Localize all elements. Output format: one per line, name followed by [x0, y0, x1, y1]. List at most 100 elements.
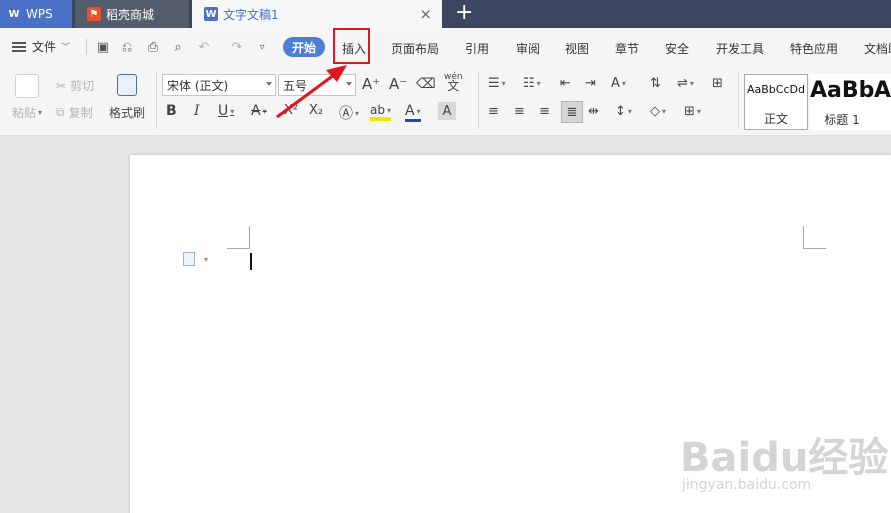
change-case-icon[interactable]: A ▾ [611, 76, 626, 91]
shading-icon[interactable]: ◇ ▾ [650, 104, 666, 119]
grow-font-icon[interactable]: A⁺ [362, 75, 380, 93]
underline-icon[interactable]: U ▾ [218, 103, 234, 119]
phonetic-guide-button[interactable]: wén 文 [444, 73, 463, 93]
style-heading-2[interactable]: A [874, 74, 891, 130]
tab-developer[interactable]: 开发工具 [716, 40, 764, 57]
cut-button[interactable]: ✂ 剪切 [56, 77, 94, 94]
format-painter-button[interactable]: 格式刷 [109, 104, 145, 121]
justify-icon[interactable]: ≣ [561, 101, 583, 123]
strikethrough-icon[interactable]: A ▾ [251, 103, 267, 119]
copy-button[interactable]: ⧉ 复制 [56, 104, 93, 121]
export-pdf-icon[interactable]: ⎌ [119, 39, 135, 55]
tab-review[interactable]: 审阅 [516, 40, 540, 57]
chevron-down-icon[interactable]: ▾ [204, 255, 208, 264]
distributed-align-icon[interactable]: ⇹ [588, 104, 599, 119]
italic-icon[interactable]: I [194, 103, 200, 119]
watermark-url: jingyan.baidu.com [682, 477, 812, 493]
highlight-color-icon[interactable]: ab ▾ [370, 103, 391, 121]
cut-label: 剪切 [70, 79, 95, 93]
annotation-highlight-box [333, 28, 370, 64]
customize-toolbar-icon[interactable]: ▿ [254, 39, 270, 55]
style-heading-1-preview: AaBb [810, 78, 875, 103]
divider [86, 39, 87, 55]
divider [478, 71, 479, 129]
style-heading-1[interactable]: AaBb 标题 1 [810, 74, 874, 130]
file-menu-button[interactable]: 文件 ﹀ [12, 38, 70, 55]
paragraph-layout-icon[interactable] [183, 252, 195, 266]
font-color-icon[interactable]: A ▾ [405, 103, 421, 122]
subscript-icon[interactable]: X₂ [309, 103, 323, 118]
paste-icon[interactable] [15, 74, 39, 98]
align-left-icon[interactable]: ≡ [488, 104, 499, 119]
ribbon-toolbar: 粘贴 ▾ ✂ 剪切 ⧉ 复制 格式刷 宋体 (正文) 五号 A⁺ A⁻ ⌫ wén 文 … [0, 66, 891, 136]
font-name-select[interactable]: 宋体 (正文) [162, 74, 276, 96]
copy-icon: ⧉ [56, 105, 65, 119]
paste-button[interactable]: 粘贴 ▾ [12, 104, 42, 121]
sort-icon[interactable]: ⇅ [650, 76, 661, 91]
menu-bar: 文件 ﹀ ▣ ⎌ ⎙ ⌕ ↶ ↷ ▿ 开始 插入 页面布局 引用 审阅 视图 章… [0, 28, 891, 66]
divider [156, 71, 157, 129]
margin-mark-top-right [803, 226, 826, 249]
margin-mark-top-left [227, 226, 250, 249]
file-menu-label: 文件 [32, 40, 57, 54]
font-size-select[interactable]: 五号 [278, 74, 356, 96]
style-normal[interactable]: AaBbCcDd 正文 [744, 74, 808, 130]
hamburger-icon [12, 41, 26, 52]
style-normal-label: 正文 [763, 112, 788, 126]
font-size-value: 五号 [283, 78, 308, 93]
style-heading-2-preview: A [874, 78, 891, 103]
bullet-list-icon[interactable]: ☰ ▾ [488, 76, 506, 91]
tab-start[interactable]: 开始 [283, 37, 325, 57]
borders-icon[interactable]: ⊞ ▾ [684, 104, 701, 119]
style-normal-preview: AaBbCcDd [747, 83, 805, 96]
superscript-icon[interactable]: X² [284, 103, 298, 118]
text-effect-icon[interactable]: Ⓐ ▾ [339, 103, 359, 123]
bold-icon[interactable]: B [166, 103, 177, 119]
show-hide-marks-icon[interactable]: ⇌ ▾ [677, 76, 694, 91]
clear-format-icon[interactable]: ⌫ [416, 76, 436, 92]
tab-store-label: 稻壳商城 [106, 7, 155, 22]
tab-docer-store[interactable]: ⚑ 稻壳商城 [75, 0, 189, 28]
line-spacing-icon[interactable]: ↕ ▾ [615, 104, 632, 119]
align-center-icon[interactable]: ≡ [514, 104, 525, 119]
print-icon[interactable]: ⎙ [145, 39, 161, 55]
shrink-font-icon[interactable]: A⁻ [389, 75, 407, 93]
writer-doc-icon: W [204, 7, 218, 21]
document-canvas: ▾ Baidu经验 jingyan.baidu.com [0, 137, 891, 513]
title-tab-bar: W WPS ⚑ 稻壳商城 W 文字文稿1 × + [0, 0, 891, 28]
tab-doc-label: 文字文稿1 [223, 7, 279, 22]
undo-icon[interactable]: ↶ [196, 39, 212, 55]
save-icon[interactable]: ▣ [95, 39, 111, 55]
redo-icon[interactable]: ↷ [229, 39, 245, 55]
new-tab-plus-icon[interactable]: + [455, 1, 473, 25]
font-name-value: 宋体 (正文) [167, 78, 229, 93]
close-icon[interactable]: × [419, 5, 432, 23]
tab-wps-home[interactable]: W WPS [0, 0, 72, 28]
tab-sections[interactable]: 章节 [615, 40, 639, 57]
style-heading-1-label: 标题 1 [824, 113, 860, 127]
scissors-icon: ✂ [56, 78, 67, 93]
copy-label: 复制 [68, 106, 93, 120]
docer-flame-icon: ⚑ [87, 7, 101, 21]
table-layout-icon[interactable]: ⊞ [712, 76, 723, 91]
tab-security[interactable]: 安全 [665, 40, 689, 57]
tab-page-layout[interactable]: 页面布局 [391, 40, 439, 57]
tab-document[interactable]: W 文字文稿1 × [192, 0, 442, 28]
tab-references[interactable]: 引用 [465, 40, 489, 57]
paste-label: 粘贴 [12, 106, 37, 120]
numbered-list-icon[interactable]: ☷ ▾ [523, 76, 541, 91]
align-right-icon[interactable]: ≡ [539, 104, 550, 119]
text-cursor [250, 253, 252, 270]
document-page[interactable]: ▾ Baidu经验 jingyan.baidu.com [130, 155, 891, 513]
chevron-down-icon: ﹀ [61, 43, 71, 53]
tab-view[interactable]: 视图 [565, 40, 589, 57]
increase-indent-icon[interactable]: ⇥ [585, 76, 596, 91]
print-preview-icon[interactable]: ⌕ [170, 39, 186, 55]
format-painter-icon[interactable] [117, 74, 137, 96]
tab-doc-assistant[interactable]: 文档助 [864, 40, 891, 57]
decrease-indent-icon[interactable]: ⇤ [560, 76, 571, 91]
tab-wps-label: WPS [26, 7, 53, 21]
divider [738, 71, 739, 129]
tab-special-apps[interactable]: 特色应用 [790, 40, 838, 57]
char-shading-icon[interactable]: A [438, 102, 456, 120]
